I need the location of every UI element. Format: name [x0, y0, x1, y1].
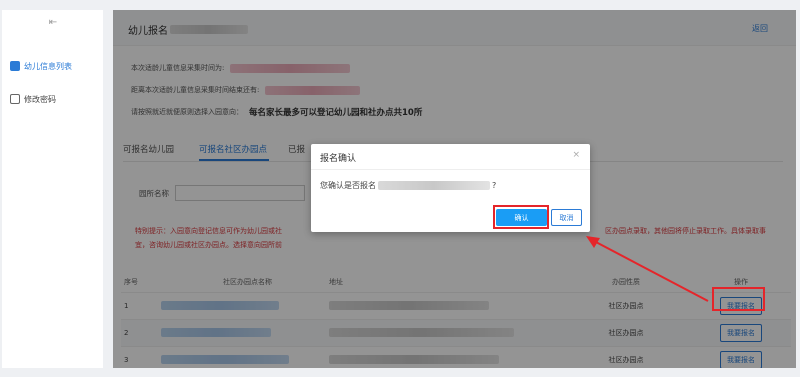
- close-icon[interactable]: ×: [572, 150, 580, 160]
- dialog-title: 报名确认: [320, 154, 357, 164]
- sidebar: ⇤ 幼儿信息列表 修改密码: [2, 10, 103, 368]
- sidebar-item-label: 幼儿信息列表: [24, 61, 72, 71]
- lock-icon: [10, 94, 20, 104]
- highlight-box-apply: [712, 287, 765, 311]
- dialog-message: 您确认是否报名 ?: [320, 181, 497, 190]
- sidebar-item-child-list[interactable]: 幼儿信息列表: [10, 59, 72, 73]
- cancel-button[interactable]: 取消: [551, 209, 582, 226]
- user-card-icon: [10, 61, 20, 71]
- redacted-point-name: [378, 181, 490, 190]
- sidebar-item-label: 修改密码: [24, 94, 56, 104]
- collapse-menu-icon[interactable]: ⇤: [48, 18, 58, 28]
- highlight-box-confirm: [493, 205, 549, 229]
- divider: [311, 169, 590, 170]
- sidebar-item-change-password[interactable]: 修改密码: [10, 92, 56, 106]
